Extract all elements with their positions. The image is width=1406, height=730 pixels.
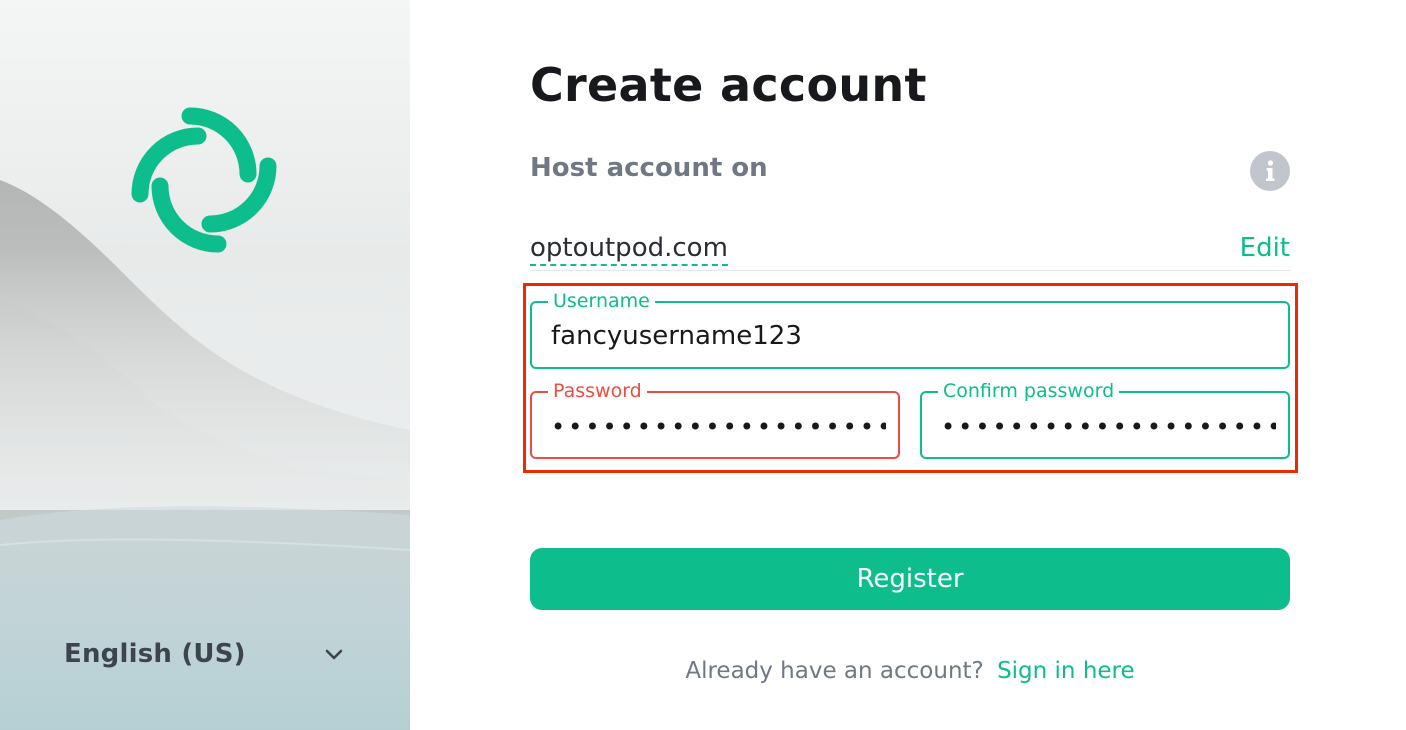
password-label: Password [548, 380, 647, 402]
password-field[interactable]: Password •••••••••••••••••••• [530, 380, 900, 459]
element-logo-icon [131, 107, 277, 253]
info-icon[interactable] [1250, 151, 1290, 191]
password-value: •••••••••••••••••••• [551, 413, 886, 441]
signin-prompt: Already have an account? [685, 658, 984, 684]
register-button[interactable]: Register [530, 548, 1290, 610]
username-value: fancyusername123 [551, 321, 802, 351]
page-title: Create account [530, 58, 927, 112]
confirm-password-value: •••••••••••••••••••• [941, 413, 1276, 441]
server-name: optoutpod.com [530, 232, 728, 266]
edit-server-link[interactable]: Edit [1240, 232, 1290, 264]
signin-link[interactable]: Sign in here [997, 658, 1135, 684]
host-account-label: Host account on [530, 153, 768, 183]
app-root: English (US) Create account Host account… [0, 0, 1406, 730]
username-label: Username [548, 290, 655, 312]
confirm-password-label: Confirm password [938, 380, 1120, 402]
language-label: English (US) [64, 639, 246, 669]
username-field[interactable]: Username fancyusername123 [530, 290, 1290, 369]
signin-row: Already have an account? Sign in here [530, 658, 1290, 684]
confirm-password-field[interactable]: Confirm password •••••••••••••••••••• [920, 380, 1290, 459]
left-panel: English (US) [0, 0, 410, 730]
server-row: optoutpod.com Edit [530, 230, 1290, 271]
language-selector[interactable]: English (US) [64, 632, 354, 676]
chevron-down-icon [325, 649, 343, 660]
